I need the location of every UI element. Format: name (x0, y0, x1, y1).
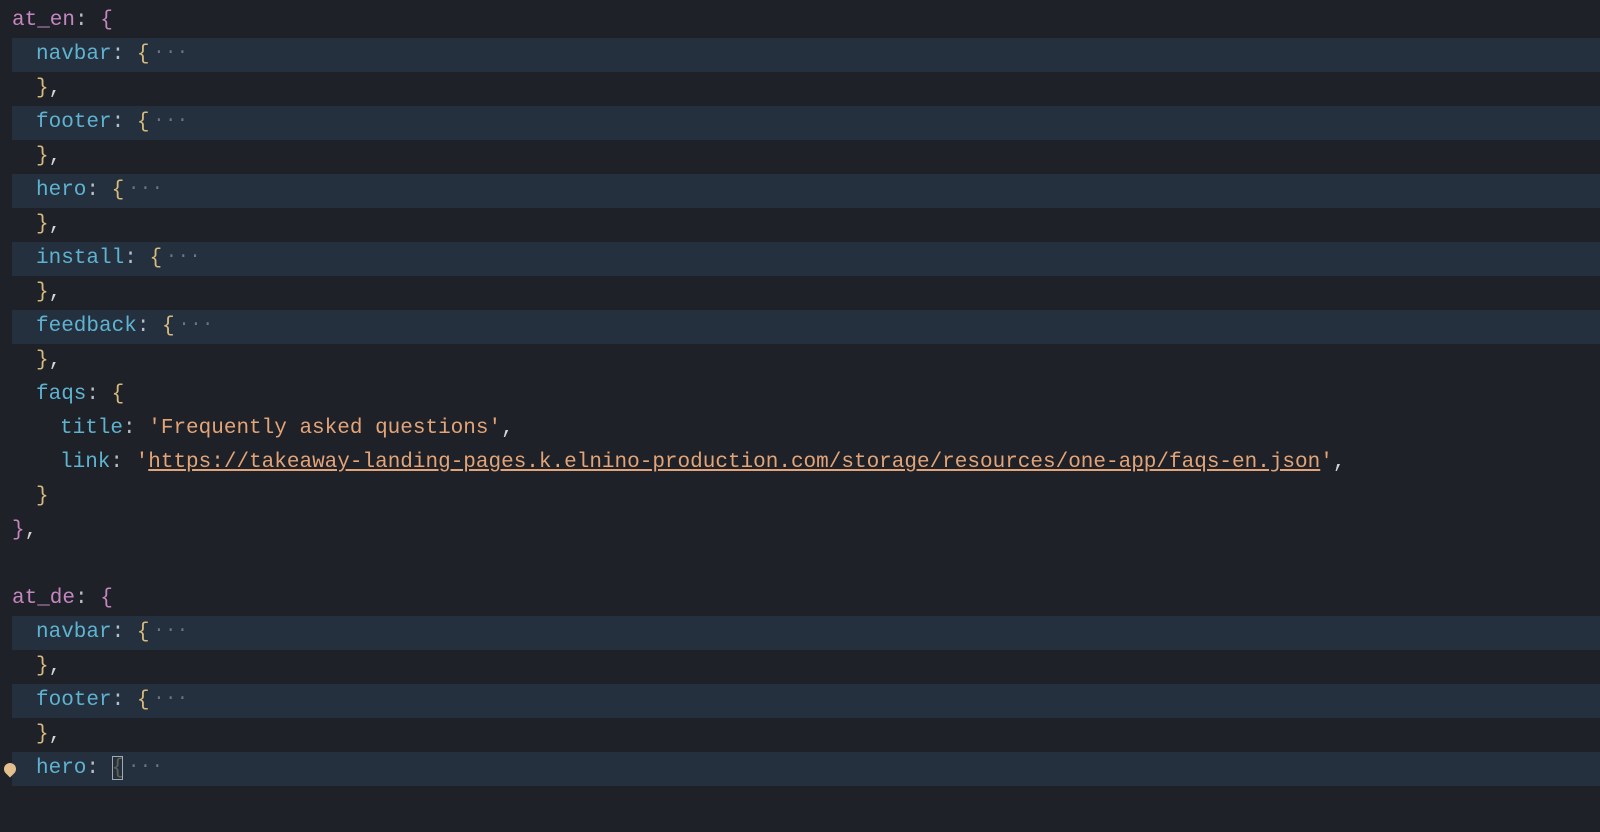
code-line[interactable]: faqs: { (12, 378, 1600, 412)
code-line-folded[interactable]: footer: {··· (12, 106, 1600, 140)
brace-close: } (36, 650, 49, 684)
key-faqs: faqs (36, 378, 86, 412)
brace-open: { (112, 378, 125, 412)
root-key: at_en (12, 4, 75, 38)
fold-ellipsis-icon[interactable]: ··· (124, 180, 163, 198)
code-line-blank[interactable] (12, 548, 1600, 582)
brace-close: } (36, 344, 49, 378)
fold-ellipsis-icon[interactable]: ··· (149, 622, 188, 640)
brace-close: } (36, 276, 49, 310)
brace-open: { (162, 310, 175, 344)
brace-close: } (36, 72, 49, 106)
fold-ellipsis-icon[interactable]: ··· (124, 758, 163, 776)
brace-open: { (137, 106, 150, 140)
code-line[interactable]: link: 'https://takeaway-landing-pages.k.… (12, 446, 1600, 480)
key-hero: hero (36, 752, 86, 786)
brace-close: } (36, 480, 49, 514)
brace-open: { (100, 4, 113, 38)
key-footer: footer (36, 106, 112, 140)
code-line[interactable]: }, (12, 208, 1600, 242)
key-install: install (36, 242, 124, 276)
brace-close: } (36, 140, 49, 174)
code-line[interactable]: at_en: { (12, 4, 1600, 38)
colon: : (75, 4, 100, 38)
warning-gutter-icon[interactable] (2, 761, 19, 778)
code-line-cursor[interactable]: hero: {··· (12, 752, 1600, 786)
fold-ellipsis-icon[interactable]: ··· (175, 316, 214, 334)
key-navbar: navbar (36, 616, 112, 650)
brace-open: { (149, 242, 162, 276)
key-link: link (60, 446, 110, 480)
code-line[interactable]: }, (12, 344, 1600, 378)
string-quote: ' (136, 446, 149, 480)
code-line[interactable]: }, (12, 650, 1600, 684)
code-line[interactable]: title: 'Frequently asked questions', (12, 412, 1600, 446)
fold-ellipsis-icon[interactable]: ··· (149, 690, 188, 708)
key-hero: hero (36, 174, 86, 208)
brace-close: } (12, 514, 25, 548)
code-line-folded[interactable]: navbar: {··· (12, 38, 1600, 72)
code-line[interactable]: } (12, 480, 1600, 514)
brace-close: } (36, 208, 49, 242)
url-link[interactable]: https://takeaway-landing-pages.k.elnino-… (148, 446, 1320, 480)
string-quote: ' (1320, 446, 1333, 480)
code-line[interactable]: }, (12, 276, 1600, 310)
brace-open: { (112, 752, 125, 786)
code-line-folded[interactable]: hero: {··· (12, 174, 1600, 208)
brace-open: { (112, 174, 125, 208)
key-title: title (60, 412, 123, 446)
fold-ellipsis-icon[interactable]: ··· (162, 248, 201, 266)
code-line-folded[interactable]: footer: {··· (12, 684, 1600, 718)
code-line-folded[interactable]: feedback: {··· (12, 310, 1600, 344)
code-line[interactable]: }, (12, 140, 1600, 174)
code-line[interactable]: at_de: { (12, 582, 1600, 616)
code-line-folded[interactable]: install: {··· (12, 242, 1600, 276)
key-navbar: navbar (36, 38, 112, 72)
brace-open: { (137, 38, 150, 72)
brace-close: } (36, 718, 49, 752)
code-line[interactable]: }, (12, 72, 1600, 106)
root-key: at_de (12, 582, 75, 616)
code-line-folded[interactable]: navbar: {··· (12, 616, 1600, 650)
key-footer: footer (36, 684, 112, 718)
code-editor[interactable]: at_en: { navbar: {··· }, footer: {··· },… (0, 0, 1600, 786)
key-feedback: feedback (36, 310, 137, 344)
brace-open: { (137, 684, 150, 718)
code-line[interactable]: }, (12, 718, 1600, 752)
fold-ellipsis-icon[interactable]: ··· (149, 112, 188, 130)
code-line[interactable]: }, (12, 514, 1600, 548)
brace-open: { (100, 582, 113, 616)
string-value: 'Frequently asked questions' (148, 412, 501, 446)
brace-open: { (137, 616, 150, 650)
fold-ellipsis-icon[interactable]: ··· (149, 44, 188, 62)
